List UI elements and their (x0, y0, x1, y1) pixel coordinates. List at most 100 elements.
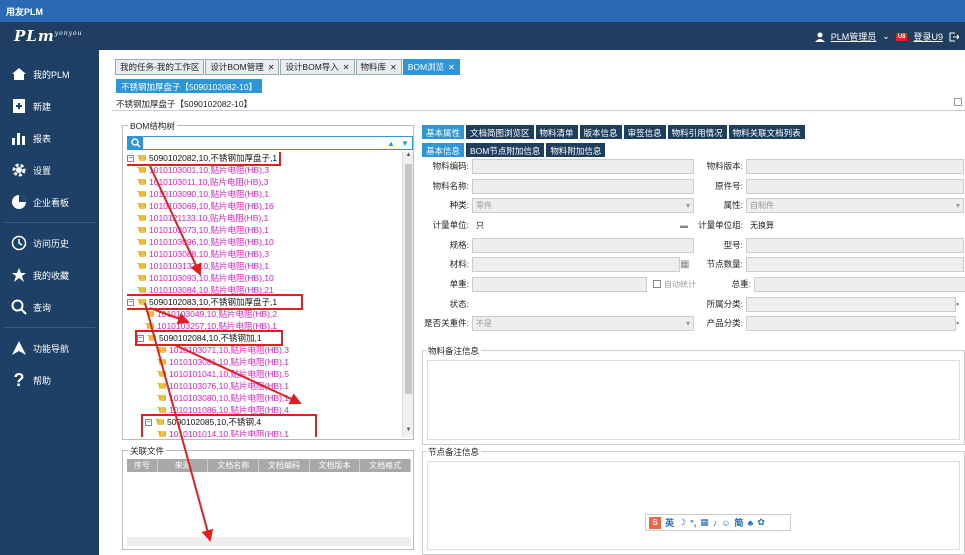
tab-design-bom-manage[interactable]: 设计BOM管理 ✕ (205, 59, 280, 75)
gear-icon[interactable]: ✿ (757, 517, 765, 528)
keyboard-icon[interactable]: ▦ (700, 517, 709, 528)
user-icon[interactable]: ☺ (721, 518, 730, 528)
subtab-bom-node-extra[interactable]: BOM节点附加信息 (466, 143, 545, 157)
column-header[interactable]: 文档编码 (259, 459, 310, 472)
subtab-item-extra[interactable]: 物料附加信息 (546, 143, 606, 157)
sidebar-item-history[interactable]: 访问历史 (0, 227, 99, 259)
close-icon[interactable]: ✕ (268, 63, 275, 72)
ime-toolbar[interactable]: S 英 ☽ °, ▦ ♪ ☺ 简 ♣ ✿ (645, 514, 791, 531)
scroll-down-icon[interactable]: ▼ (403, 427, 414, 437)
sidebar-item-new[interactable]: 新建 (0, 90, 99, 122)
sidebar-item-dashboard[interactable]: 企业看板 (0, 186, 99, 218)
tab-approval-info[interactable]: 审签信息 (623, 125, 666, 139)
column-header[interactable]: 来源 (158, 459, 209, 472)
unit-weight-field[interactable] (472, 276, 647, 292)
product-class-field[interactable] (746, 315, 956, 331)
subtab-basic-info[interactable]: 基本信息 (422, 143, 465, 157)
unit-field[interactable]: 只 (472, 217, 680, 233)
folder-icon[interactable]: ▪ (956, 318, 959, 328)
sidebar-item-navigation[interactable]: 功能导航 (0, 332, 99, 364)
simplified-icon[interactable]: 简 (734, 516, 743, 529)
classification-field[interactable] (746, 296, 956, 312)
spec-field[interactable] (472, 237, 694, 253)
tree-node-part[interactable]: 1010103071,10,贴片电阻(HB),3 (157, 344, 289, 356)
auto-calc-checkbox[interactable] (653, 280, 661, 288)
category-select[interactable]: 零件 ▾ (472, 197, 694, 213)
column-header[interactable]: 文档名称 (208, 459, 260, 472)
minimize-icon[interactable] (954, 98, 962, 106)
tree-node-part[interactable]: 1010103081,10,贴片电阻(HB),1 (157, 356, 289, 368)
sidebar-item-favorites[interactable]: 我的收藏 (0, 259, 99, 291)
grid-icon[interactable]: ▦ (680, 259, 694, 270)
sidebar-item-my-plm[interactable]: 我的PLM (0, 58, 99, 90)
item-name-field[interactable] (472, 178, 694, 194)
tree-node-part[interactable]: 1010103090,10,贴片电阻(HB),1 (137, 188, 269, 200)
model-field[interactable] (746, 237, 964, 253)
login-u9-link[interactable]: 登录U9 (913, 30, 943, 43)
tree-node-part[interactable]: 1010103096,10,贴片电阻(HB),10 (137, 236, 274, 248)
tree-scrollbar[interactable]: ▲ ▼ (402, 152, 413, 437)
key-part-select[interactable]: 不是 ▾ (472, 315, 694, 331)
tree-node-part[interactable]: 1010103093,10,贴片电阻(HB),10 (137, 272, 274, 284)
tree-search-input[interactable] (143, 137, 384, 149)
tree-node-part[interactable]: 1010103076,10,贴片电阻(HB),1 (157, 380, 289, 392)
original-part-field[interactable] (746, 178, 964, 194)
tab-my-tasks[interactable]: 我的任务-我的工作区 (115, 59, 205, 75)
tab-design-bom-import[interactable]: 设计BOM导入 ✕ (280, 59, 355, 75)
tree-node-part[interactable]: 1010103073,10,贴片电阻(HB),1 (137, 224, 269, 236)
printer-icon[interactable]: ▬ (680, 221, 694, 230)
files-hscrollbar[interactable] (127, 537, 411, 546)
tab-linked-docs[interactable]: 物料关联文档列表 (728, 125, 805, 139)
sidebar-item-help[interactable]: ? 帮助 (0, 364, 99, 396)
total-weight-field[interactable] (754, 276, 965, 292)
sogou-icon[interactable]: S (649, 516, 661, 529)
tree-node-part[interactable]: 1010103001,10,贴片电阻(HB),3 (137, 164, 269, 176)
folder-icon[interactable]: ▪ (956, 299, 959, 309)
tab-version-info[interactable]: 版本信息 (579, 125, 622, 139)
tab-item-references[interactable]: 物料引用情况 (667, 125, 727, 139)
tree-node-part[interactable]: 1010103049,10,贴片电阻(HB),2 (145, 308, 277, 320)
column-header[interactable]: 文档版本 (310, 459, 361, 472)
item-notes-textarea[interactable] (427, 360, 960, 440)
close-icon[interactable]: ✕ (448, 63, 455, 72)
tab-doc-preview[interactable]: 文档简图浏览区 (466, 125, 534, 139)
tab-basic-attributes[interactable]: 基本属性 (422, 125, 465, 139)
close-icon[interactable]: ✕ (343, 63, 350, 72)
chevron-up-icon[interactable]: ▲ (387, 139, 395, 148)
ime-language-label[interactable]: 英 (665, 516, 674, 529)
sidebar-item-reports[interactable]: 报表 (0, 122, 99, 154)
tree-node-part[interactable]: 1010103088,10,贴片电阻(HB),3 (137, 248, 269, 260)
attribute-select[interactable]: 自制件 ▾ (746, 197, 964, 213)
tree-node-part[interactable]: 1010103011,10,贴片电阻(HB),3 (137, 176, 268, 188)
unit-group-field[interactable]: 无换算 (746, 217, 964, 233)
item-code-field[interactable] (472, 158, 694, 174)
tree-node-part[interactable]: 1010103137,10,贴片电阻(HB),1 (137, 260, 269, 272)
sidebar-item-settings[interactable]: 设置 (0, 154, 99, 186)
tab-bom-browse[interactable]: BOM浏览 ✕ (402, 59, 460, 75)
sidebar-item-search[interactable]: 查询 (0, 291, 99, 323)
node-notes-textarea[interactable] (427, 461, 960, 550)
user-menu[interactable]: PLM管理员 (831, 30, 877, 43)
status-field[interactable] (472, 296, 694, 312)
scroll-up-icon[interactable]: ▲ (403, 152, 414, 162)
punctuation-icon[interactable]: °, (690, 518, 696, 528)
subtab-current-item[interactable]: 不锈钢加厚盘子【5090102082-10】 (116, 79, 263, 93)
chevron-down-icon[interactable]: ▼ (401, 139, 409, 148)
tree-node-part[interactable]: 1010103069,10,贴片电阻(HB),16 (137, 200, 274, 212)
item-version-field[interactable] (746, 158, 964, 174)
scroll-thumb[interactable] (405, 164, 412, 394)
search-icon[interactable] (128, 137, 143, 149)
close-icon[interactable]: ✕ (390, 63, 397, 72)
node-qty-field[interactable] (746, 256, 964, 272)
chevron-down-icon[interactable]: ⌄ (882, 31, 890, 42)
tree-node-part[interactable]: 1010101014,10,贴片电阻(HB),1 (157, 428, 289, 437)
microphone-icon[interactable]: ♪ (713, 518, 718, 528)
tab-bom-list[interactable]: 物料清单 (535, 125, 578, 139)
column-header[interactable]: 序号 (127, 459, 158, 472)
column-header[interactable]: 文档格式 (360, 459, 411, 472)
tree-node-part[interactable]: 1010103080,10,贴片电阻(HB),1 (157, 392, 289, 404)
material-field[interactable] (472, 256, 680, 272)
logout-icon[interactable] (949, 32, 959, 42)
tree-node-part[interactable]: 1010121133,10,贴片电阻(HB),1 (137, 212, 268, 224)
tab-material-library[interactable]: 物料库 ✕ (355, 59, 402, 75)
